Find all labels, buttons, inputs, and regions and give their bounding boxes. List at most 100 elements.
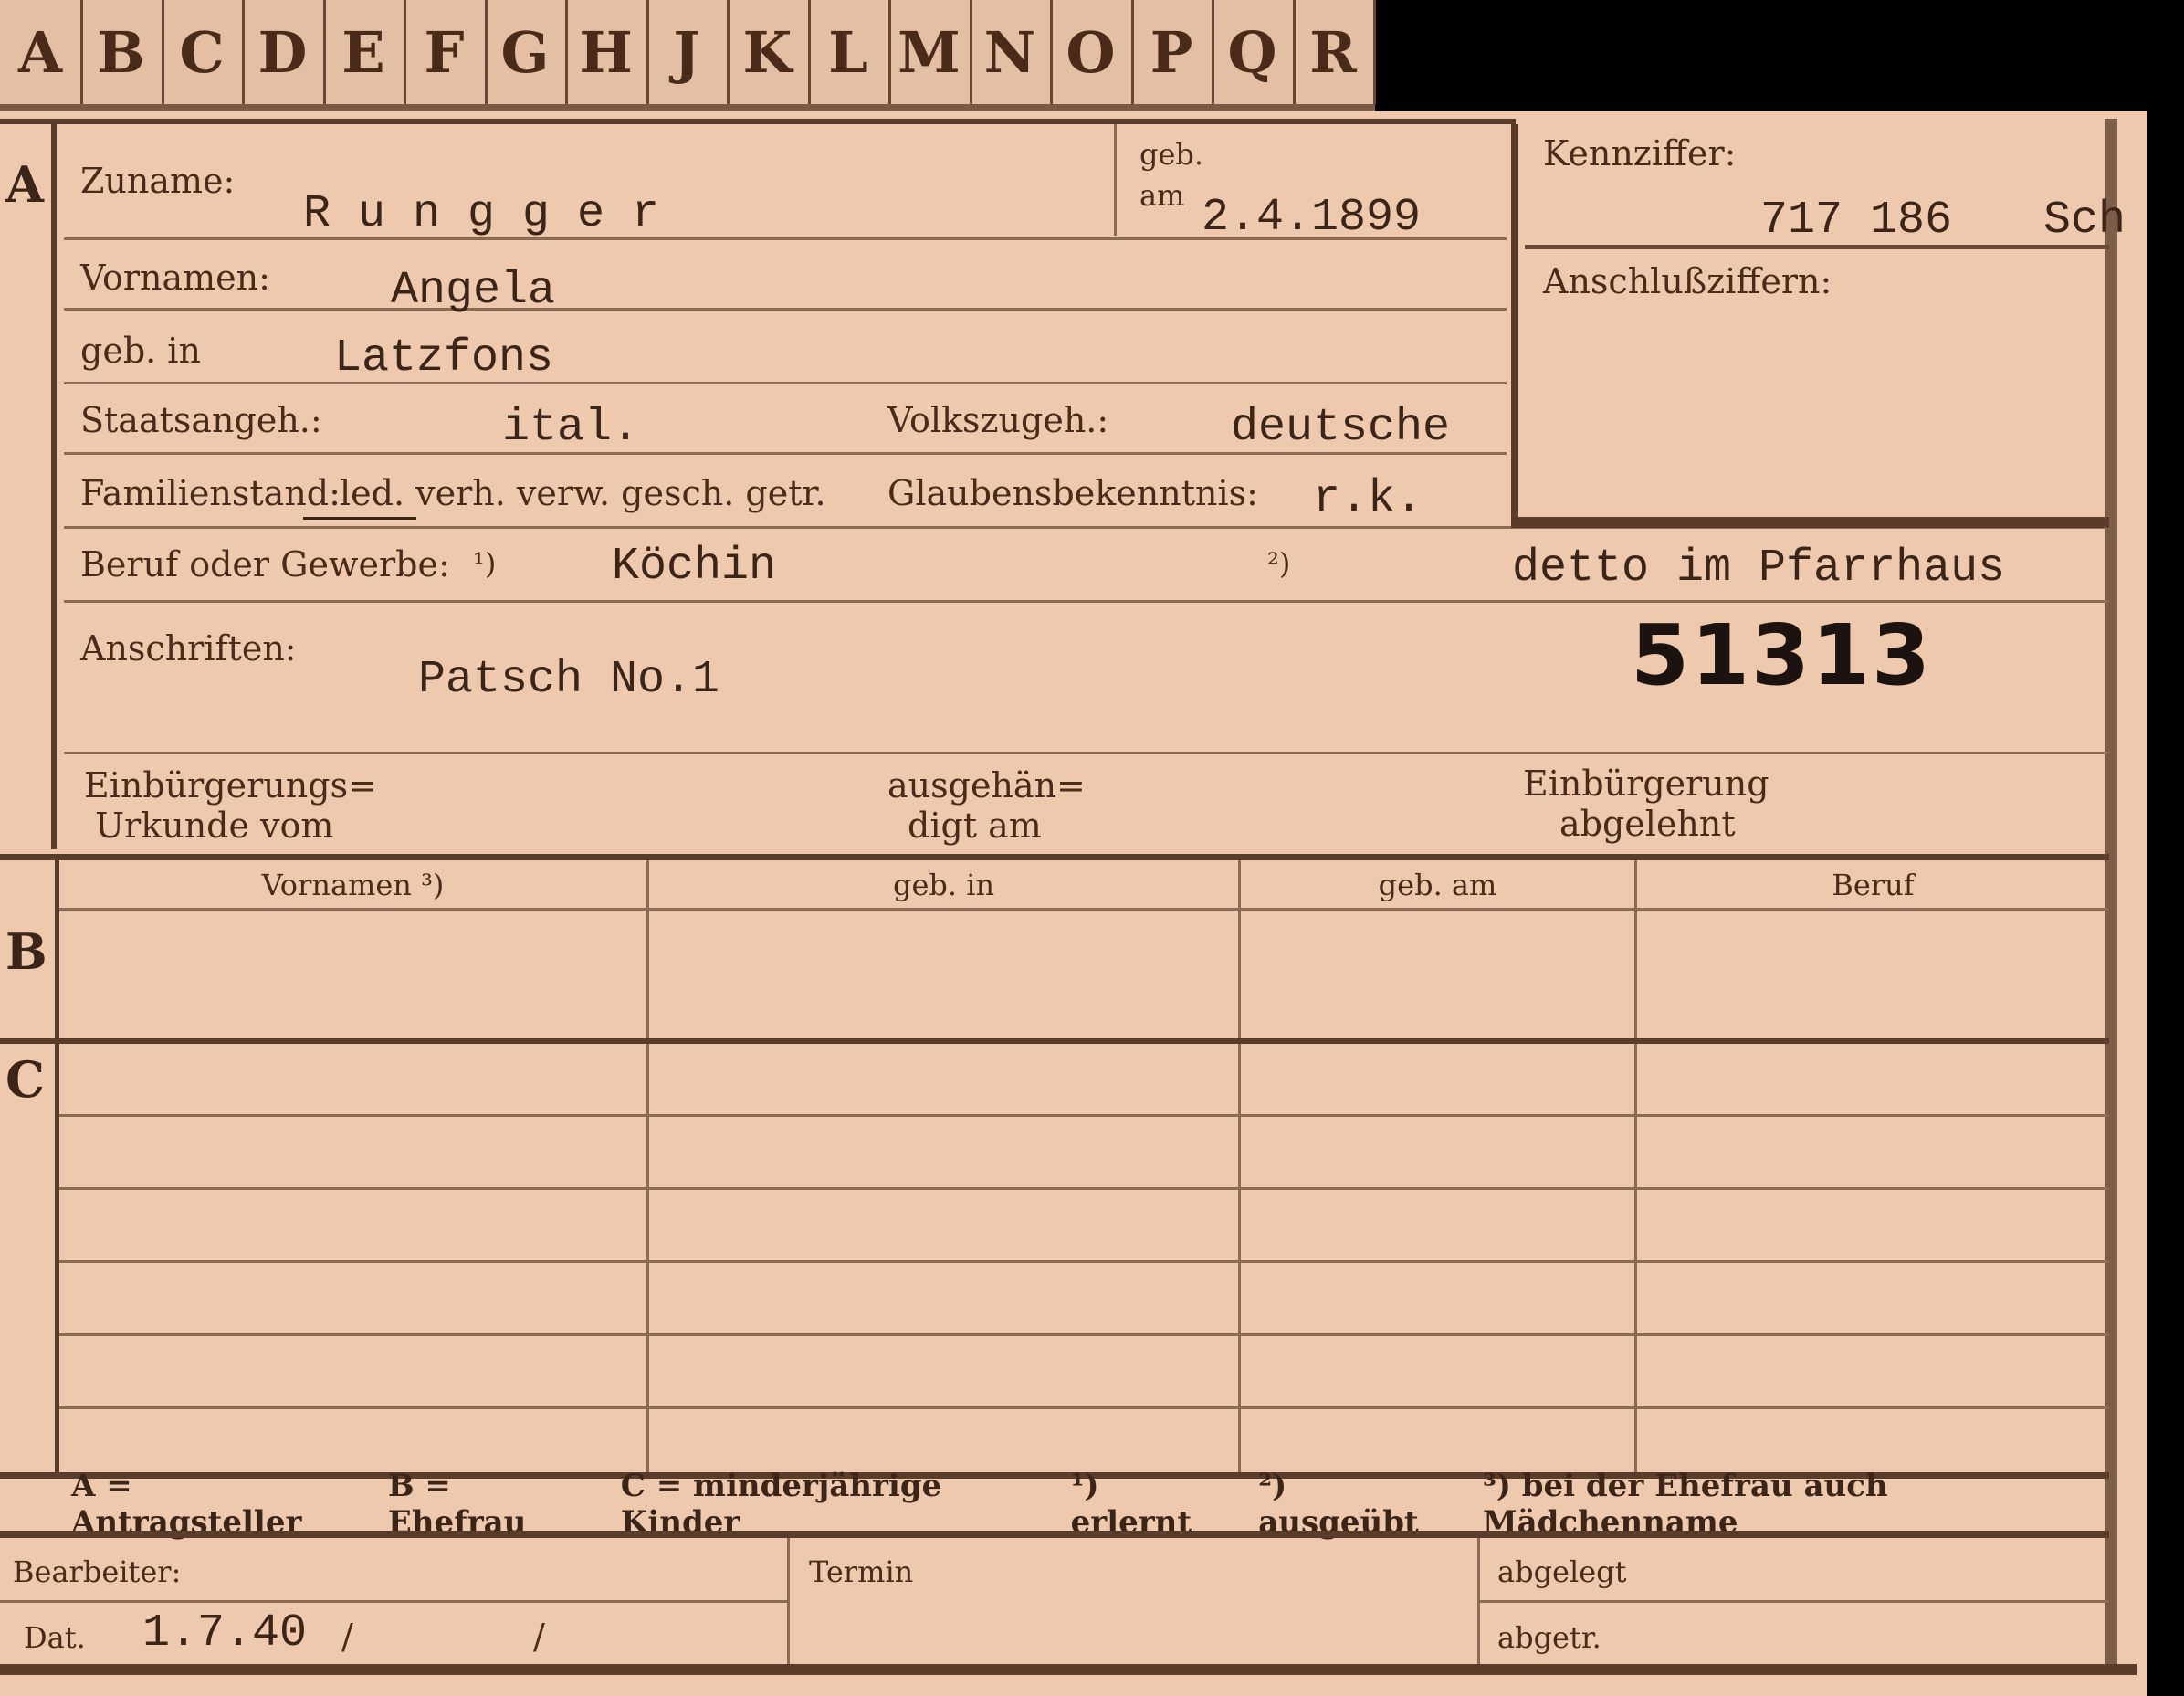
row-line	[64, 600, 2109, 603]
abgelegt-label: abgelegt	[1497, 1554, 1627, 1589]
letter-tab-o[interactable]: O	[1051, 0, 1134, 104]
admin-divider-1	[787, 1538, 790, 1666]
einbuergerung-abgelehnt-label-2: abgelehnt	[1559, 804, 1736, 844]
col-header-geb-in: geb. in	[892, 868, 995, 902]
staatsangehoerigkeit-label: Staatsangeh.:	[80, 400, 322, 440]
beruf-label: Beruf oder Gewerbe:	[80, 544, 450, 585]
glaubensbekenntnis-value: r.k.	[1313, 473, 1423, 525]
stamp-number: 51313	[1631, 606, 1933, 704]
geb-am-label-bottom: am	[1139, 178, 1185, 213]
zuname-label: Zuname:	[80, 161, 236, 201]
kennziffer-suffix: Sch	[2043, 195, 2126, 247]
letter-tab-g[interactable]: G	[485, 0, 568, 104]
kennziffer-value: 717 186	[1760, 195, 1953, 247]
section-c-marker: C	[5, 1050, 45, 1109]
volkszugehoerigkeit-value: deutsche	[1231, 402, 1451, 454]
datum-separator-1: /	[341, 1617, 353, 1657]
row-line	[64, 308, 1507, 311]
ausgehaendigt-label-1: ausgehän=	[887, 765, 1086, 806]
section-b-top-border	[0, 854, 2109, 860]
letter-tab-k[interactable]: K	[728, 0, 811, 104]
index-card	[0, 111, 2147, 1696]
card-bottom-border	[0, 1664, 2137, 1675]
zuname-value: R u n g g e r	[303, 188, 660, 240]
geb-in-label: geb. in	[80, 331, 201, 371]
familienstand-underline-led	[303, 517, 416, 520]
table-left-border	[55, 860, 59, 1472]
col-header-beruf: Beruf	[1832, 868, 1915, 902]
kennziffer-label: Kennziffer:	[1543, 133, 1737, 174]
table-header-line	[59, 908, 2109, 911]
row-line	[64, 382, 1507, 384]
familienstand-options: led. verh. verw. gesch. getr.	[340, 473, 826, 513]
letter-tab-d[interactable]: D	[243, 0, 326, 104]
staatsangehoerigkeit-value: ital.	[502, 402, 640, 454]
abgetragen-label: abgetr.	[1497, 1620, 1601, 1655]
letter-tab-c[interactable]: C	[162, 0, 245, 104]
admin-row-line-right	[1480, 1600, 2109, 1603]
anschrift-value: Patsch No.1	[418, 654, 720, 706]
col-header-geb-am: geb. am	[1378, 868, 1497, 902]
vornamen-value: Angela	[391, 265, 556, 317]
letter-tab-l[interactable]: L	[808, 0, 891, 104]
letter-tab-j[interactable]: J	[646, 0, 730, 104]
letter-tab-b[interactable]: B	[81, 0, 164, 104]
datum-label: Dat.	[24, 1620, 86, 1655]
einbuergerungsurkunde-label-2: Urkunde vom	[95, 806, 334, 846]
beruf-erlernt-value: Köchin	[612, 541, 777, 593]
legend-footnote-1: ¹) erlernt	[1070, 1468, 1192, 1541]
letter-tab-f[interactable]: F	[404, 0, 488, 104]
table-col-divider-2	[1238, 860, 1241, 1472]
geb-am-label-top: geb.	[1139, 137, 1204, 172]
tab-strip-bottom-edge	[0, 104, 1375, 111]
datum-value: 1.7.40	[142, 1607, 308, 1659]
kennziffer-box-left	[1511, 124, 1518, 526]
section-a-top-border	[0, 119, 1516, 124]
anschriften-label: Anschriften:	[80, 628, 297, 669]
letter-tab-q[interactable]: Q	[1213, 0, 1296, 104]
glaubensbekenntnis-label: Glaubensbekenntnis:	[887, 473, 1258, 513]
familienstand-label: Familienstand:	[80, 473, 341, 513]
geb-am-value: 2.4.1899	[1202, 192, 1422, 244]
legend-footnote-3: ³) bei der Ehefrau auch Mädchenname	[1482, 1468, 1888, 1541]
letter-tab-n[interactable]: N	[970, 0, 1053, 104]
letter-tab-r[interactable]: R	[1293, 0, 1376, 104]
geb-am-divider	[1114, 124, 1117, 236]
letter-tab-a[interactable]: A	[0, 0, 83, 104]
letter-tab-m[interactable]: M	[889, 0, 972, 104]
table-row-line	[59, 1406, 2109, 1409]
einbuergerungsurkunde-label-1: Einbürgerungs=	[84, 765, 377, 806]
legend-c: C = minderjährige Kinder	[620, 1468, 942, 1541]
vornamen-label: Vornamen:	[80, 258, 270, 298]
beruf-footnote-2: ²)	[1267, 546, 1291, 581]
letter-tab-h[interactable]: H	[566, 0, 649, 104]
table-row-line	[59, 1114, 2109, 1117]
letter-tab-strip: ABCDEFGHJKLMNOPQR	[0, 0, 1376, 111]
section-a-left-border	[51, 119, 57, 849]
letter-tab-p[interactable]: P	[1131, 0, 1214, 104]
col-header-vornamen: Vornamen ³)	[261, 868, 445, 902]
legend-a: A = Antragsteller	[71, 1468, 302, 1541]
beruf-footnote-1: ¹)	[473, 546, 497, 581]
kennziffer-box-bottom	[1511, 517, 2109, 528]
einbuergerung-abgelehnt-label-1: Einbürgerung	[1523, 764, 1769, 804]
termin-label: Termin	[809, 1554, 914, 1589]
table-col-divider-1	[646, 860, 649, 1472]
volkszugehoerigkeit-label: Volkszugeh.:	[887, 400, 1109, 440]
letter-tab-e[interactable]: E	[323, 0, 406, 104]
legend-row: A = Antragsteller B = Ehefrau C = minder…	[0, 1468, 2109, 1541]
geb-in-value: Latzfons	[334, 332, 554, 384]
beruf-ausgeuebt-value: detto im Pfarrhaus	[1512, 543, 2006, 595]
ausgehaendigt-label-2: digt am	[908, 806, 1042, 846]
section-b-marker: B	[5, 922, 47, 981]
admin-row-line-left	[0, 1600, 787, 1603]
bearbeiter-label: Bearbeiter:	[13, 1554, 182, 1589]
section-a-marker: A	[5, 155, 44, 214]
datum-separator-2: /	[533, 1617, 545, 1657]
section-c-top-border	[0, 1038, 2109, 1044]
table-row-line	[59, 1187, 2109, 1190]
table-col-divider-3	[1634, 860, 1637, 1472]
table-row-line	[59, 1333, 2109, 1336]
table-row-line	[59, 1260, 2109, 1263]
legend-footnote-2: ²) ausgeübt	[1258, 1468, 1419, 1541]
